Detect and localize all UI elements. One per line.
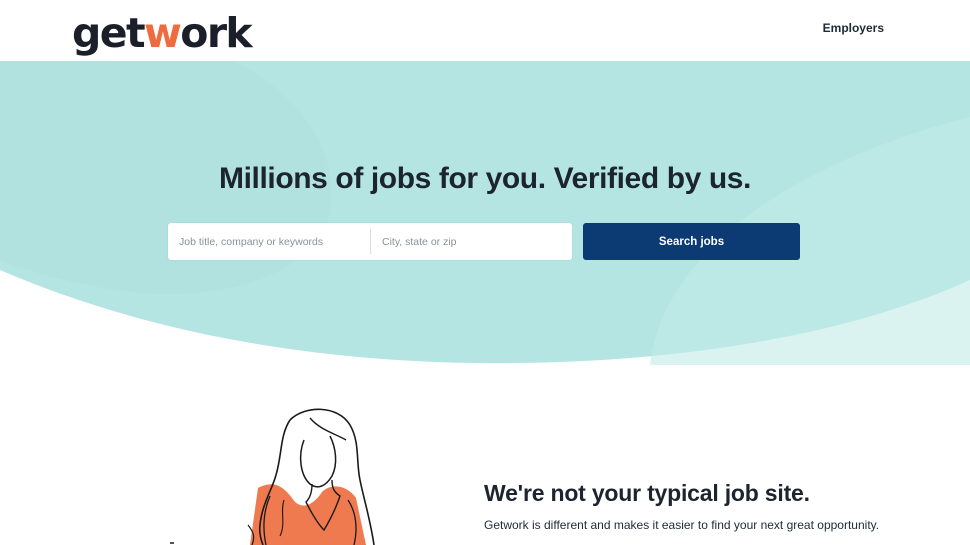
hero-title: Millions of jobs for you. Verified by us…	[219, 162, 751, 195]
hero-section: Millions of jobs for you. Verified by us…	[0, 61, 970, 365]
employers-link[interactable]: Employers	[823, 21, 884, 35]
feature-heading: We're not your typical job site.	[484, 480, 810, 506]
hero-background-shape	[0, 61, 970, 365]
search-jobs-button[interactable]: Search jobs	[583, 223, 800, 260]
logo-check-w: w	[143, 9, 182, 57]
feature-body-text: Getwork is different and makes it easier…	[484, 518, 880, 532]
location-search-input[interactable]	[371, 223, 571, 260]
logo-prefix: get	[72, 9, 146, 57]
page: get w ork Employers Millions of jobs for y…	[0, 0, 970, 545]
woman-line-art-illustration	[170, 408, 375, 545]
logo-suffix: ork	[180, 9, 252, 57]
site-header: get w ork Employers	[0, 0, 970, 61]
keyword-search-input[interactable]	[168, 223, 370, 260]
getwork-logo[interactable]: get w ork	[72, 6, 253, 57]
search-box	[168, 223, 572, 260]
